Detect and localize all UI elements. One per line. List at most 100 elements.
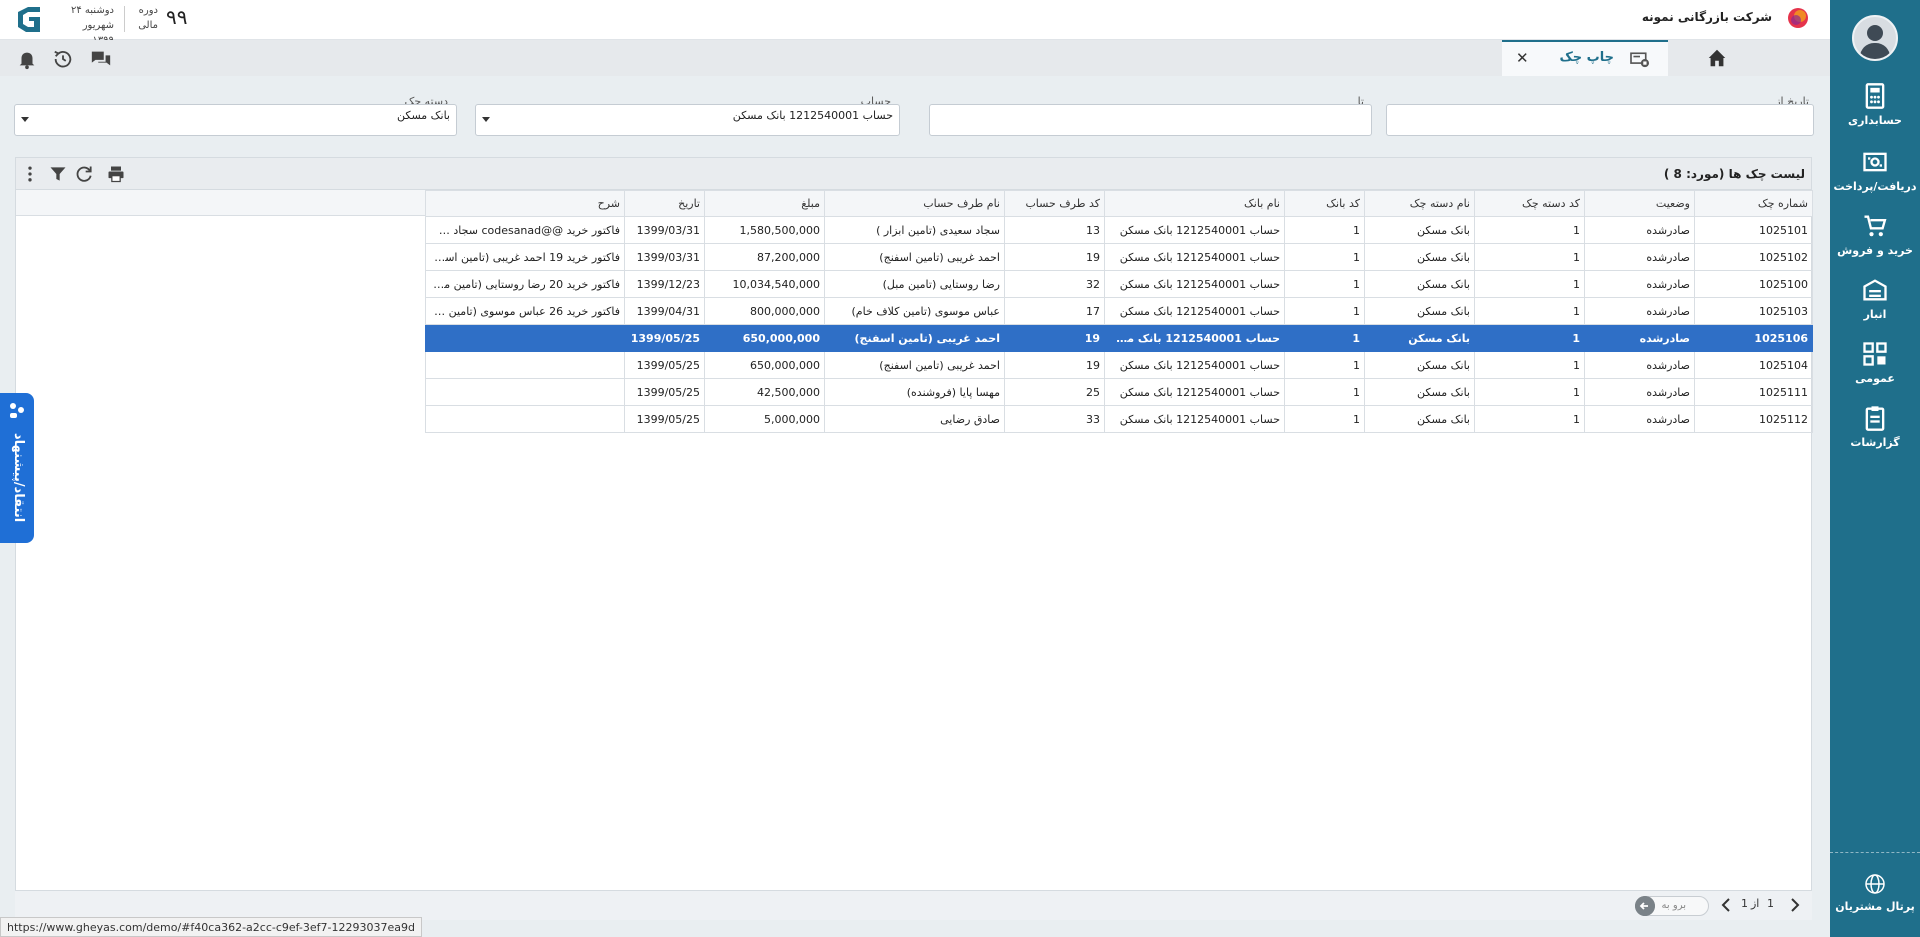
account-select-value: حساب 1212540001 بانک مسکن xyxy=(732,109,893,122)
checkbook-select-value: بانک مسکن xyxy=(397,109,450,122)
more-vertical-icon[interactable] xyxy=(20,164,40,184)
checkbook-select[interactable]: بانک مسکن xyxy=(14,104,457,136)
chevron-down-icon xyxy=(21,117,29,122)
cell-status: صادرشده xyxy=(1584,216,1695,244)
chat-icon[interactable] xyxy=(90,48,112,70)
fiscal-period-label-line1: دوره xyxy=(138,5,158,16)
sidebar-item-receive-pay[interactable]: دریافت/پرداخت xyxy=(1830,148,1920,208)
prev-page-icon[interactable] xyxy=(1718,896,1734,914)
tab-print-check[interactable]: چاپ چک ✕ xyxy=(1502,40,1668,76)
cell-date: 1399/04/31 xyxy=(624,297,705,325)
feedback-label: انتقاد/پیشنهاد xyxy=(11,433,26,523)
cell-bank-code: 1 xyxy=(1284,351,1365,379)
grid-title: لیست چک ها (مورد: 8 ) xyxy=(1663,167,1805,181)
cart-icon xyxy=(1864,215,1887,237)
cell-bank-code: 1 xyxy=(1284,243,1365,271)
goto-arrow-icon[interactable] xyxy=(1635,896,1655,916)
tab-close-icon[interactable]: ✕ xyxy=(1516,49,1529,67)
feedback-tab[interactable]: انتقاد/پیشنهاد xyxy=(0,393,34,543)
table-row[interactable]: 1399/05/25 650,000,000 احمد غریبی (تامین ا… xyxy=(425,351,1813,379)
user-avatar[interactable] xyxy=(1852,15,1898,61)
cell-checkbook-code: 1 xyxy=(1474,243,1585,271)
cell-date: 1399/12/23 xyxy=(624,270,705,298)
check-print-icon xyxy=(1630,52,1649,68)
col-header-check-number[interactable]: شماره چک xyxy=(1694,190,1813,217)
table-row[interactable]: فاکتور خرید 19 احمد غریبی (تامین اسفنج) 1… xyxy=(425,243,1813,271)
sidebar-item-purchase-sales[interactable]: خرید و فروش xyxy=(1830,212,1920,272)
table-row[interactable]: 1399/05/25 650,000,000 احمد غریبی (تامین ا… xyxy=(425,324,1813,352)
col-header-description[interactable]: شرح xyxy=(425,190,625,217)
table-row[interactable]: فاکتور خرید 26 عباس موسوی (تامین کلا... 1… xyxy=(425,297,1813,325)
table-row[interactable]: فاکتور خرید @@codesanad سجاد سعید...1399… xyxy=(425,216,1813,244)
cell-description: فاکتور خرید 20 رضا روستایی (تامین مبل) xyxy=(425,270,625,298)
cell-description xyxy=(425,378,625,406)
sidebar-item-accounting[interactable]: حسابداری xyxy=(1830,82,1920,142)
cell-amount: 1,580,500,000 xyxy=(704,216,825,244)
date-to-input[interactable] xyxy=(929,104,1372,136)
table-row[interactable]: 1399/05/25 5,000,000 صادق رضایی 33 حساب 1212… xyxy=(425,405,1813,433)
company-name[interactable]: شرکت بازرگانی نمونه xyxy=(1642,10,1772,24)
refresh-icon[interactable] xyxy=(74,164,94,184)
cell-party-code: 19 xyxy=(1004,351,1105,379)
cell-party-code: 17 xyxy=(1004,297,1105,325)
cell-status: صادرشده xyxy=(1584,324,1695,352)
cell-bank-name: حساب 1212540001 بانک مسکن xyxy=(1104,324,1285,352)
pagination: 1 از 1 برو به xyxy=(15,890,1812,920)
cell-party-code: 13 xyxy=(1004,216,1105,244)
cell-bank-code: 1 xyxy=(1284,378,1365,406)
col-header-status[interactable]: وضعیت xyxy=(1584,190,1695,217)
sidebar-item-customer-portal[interactable]: پرتال مشتریان xyxy=(1830,872,1920,932)
cell-party-code: 19 xyxy=(1004,243,1105,271)
table-row[interactable]: 1399/05/25 42,500,000 مهسا پایا (فروشنده) 2… xyxy=(425,378,1813,406)
cell-bank-code: 1 xyxy=(1284,216,1365,244)
next-page-icon[interactable] xyxy=(1787,896,1803,914)
fiscal-period-value[interactable]: ۹۹ xyxy=(166,5,187,29)
reports-icon xyxy=(1865,406,1885,431)
sidebar-item-label: انبار xyxy=(1863,308,1887,321)
col-header-bank-name[interactable]: نام بانک xyxy=(1104,190,1285,217)
checks-grid: لیست چک ها (مورد: 8 ) شرح تاریخ مبلغ نام… xyxy=(15,157,1813,907)
col-header-checkbook-code[interactable]: کد دسته چک xyxy=(1474,190,1585,217)
chevron-down-icon xyxy=(482,117,490,122)
cell-amount: 10,034,540,000 xyxy=(704,270,825,298)
account-select[interactable]: حساب 1212540001 بانک مسکن xyxy=(475,104,900,136)
col-header-party-code[interactable]: کد طرف حساب xyxy=(1004,190,1105,217)
cell-party-name: عباس موسوی (تامین کلاف خام) xyxy=(824,297,1005,325)
cell-date: 1399/03/31 xyxy=(624,216,705,244)
bell-icon[interactable] xyxy=(16,48,38,70)
cell-check-number: 1025102 xyxy=(1694,243,1813,271)
grid-header-filler xyxy=(16,190,425,216)
cell-status: صادرشده xyxy=(1584,351,1695,379)
company-logo-icon xyxy=(1788,8,1808,28)
col-header-date[interactable]: تاریخ xyxy=(624,190,705,217)
date-from-input[interactable] xyxy=(1386,104,1814,136)
cell-amount: 5,000,000 xyxy=(704,405,825,433)
col-header-checkbook-name[interactable]: نام دسته چک xyxy=(1364,190,1475,217)
cell-checkbook-name: بانک مسکن xyxy=(1364,297,1475,325)
sidebar-item-general[interactable]: عمومی xyxy=(1830,340,1920,400)
cell-date: 1399/05/25 xyxy=(624,405,705,433)
sidebar-item-warehouse[interactable]: انبار xyxy=(1830,276,1920,336)
cell-bank-code: 1 xyxy=(1284,324,1365,352)
sidebar-divider xyxy=(1830,852,1920,853)
sidebar-item-reports[interactable]: گزارشات xyxy=(1830,404,1920,464)
history-icon[interactable] xyxy=(52,48,74,70)
top-bar: شرکت بازرگانی نمونه دوشنبه ۲۴ شهریور ۱۳۹… xyxy=(0,0,1830,46)
col-header-party-name[interactable]: نام طرف حساب xyxy=(824,190,1005,217)
col-header-amount[interactable]: مبلغ xyxy=(704,190,825,217)
col-header-bank-code[interactable]: کد بانک xyxy=(1284,190,1365,217)
cell-party-name: مهسا پایا (فروشنده) xyxy=(824,378,1005,406)
home-icon[interactable] xyxy=(1706,47,1728,69)
cell-checkbook-code: 1 xyxy=(1474,378,1585,406)
fiscal-period-label: دوره مالی xyxy=(132,3,158,33)
print-icon[interactable] xyxy=(106,164,126,184)
cell-party-code: 32 xyxy=(1004,270,1105,298)
filter-icon[interactable] xyxy=(48,164,68,184)
cell-party-name: سجاد سعیدی (تامین ابزار ) xyxy=(824,216,1005,244)
globe-icon xyxy=(1865,874,1885,894)
cell-check-number: 1025103 xyxy=(1694,297,1813,325)
goto-page-input[interactable]: برو به xyxy=(1635,896,1709,916)
page-of-label: از xyxy=(1751,897,1760,910)
cell-description xyxy=(425,405,625,433)
table-row[interactable]: فاکتور خرید 20 رضا روستایی (تامین مبل) 13… xyxy=(425,270,1813,298)
